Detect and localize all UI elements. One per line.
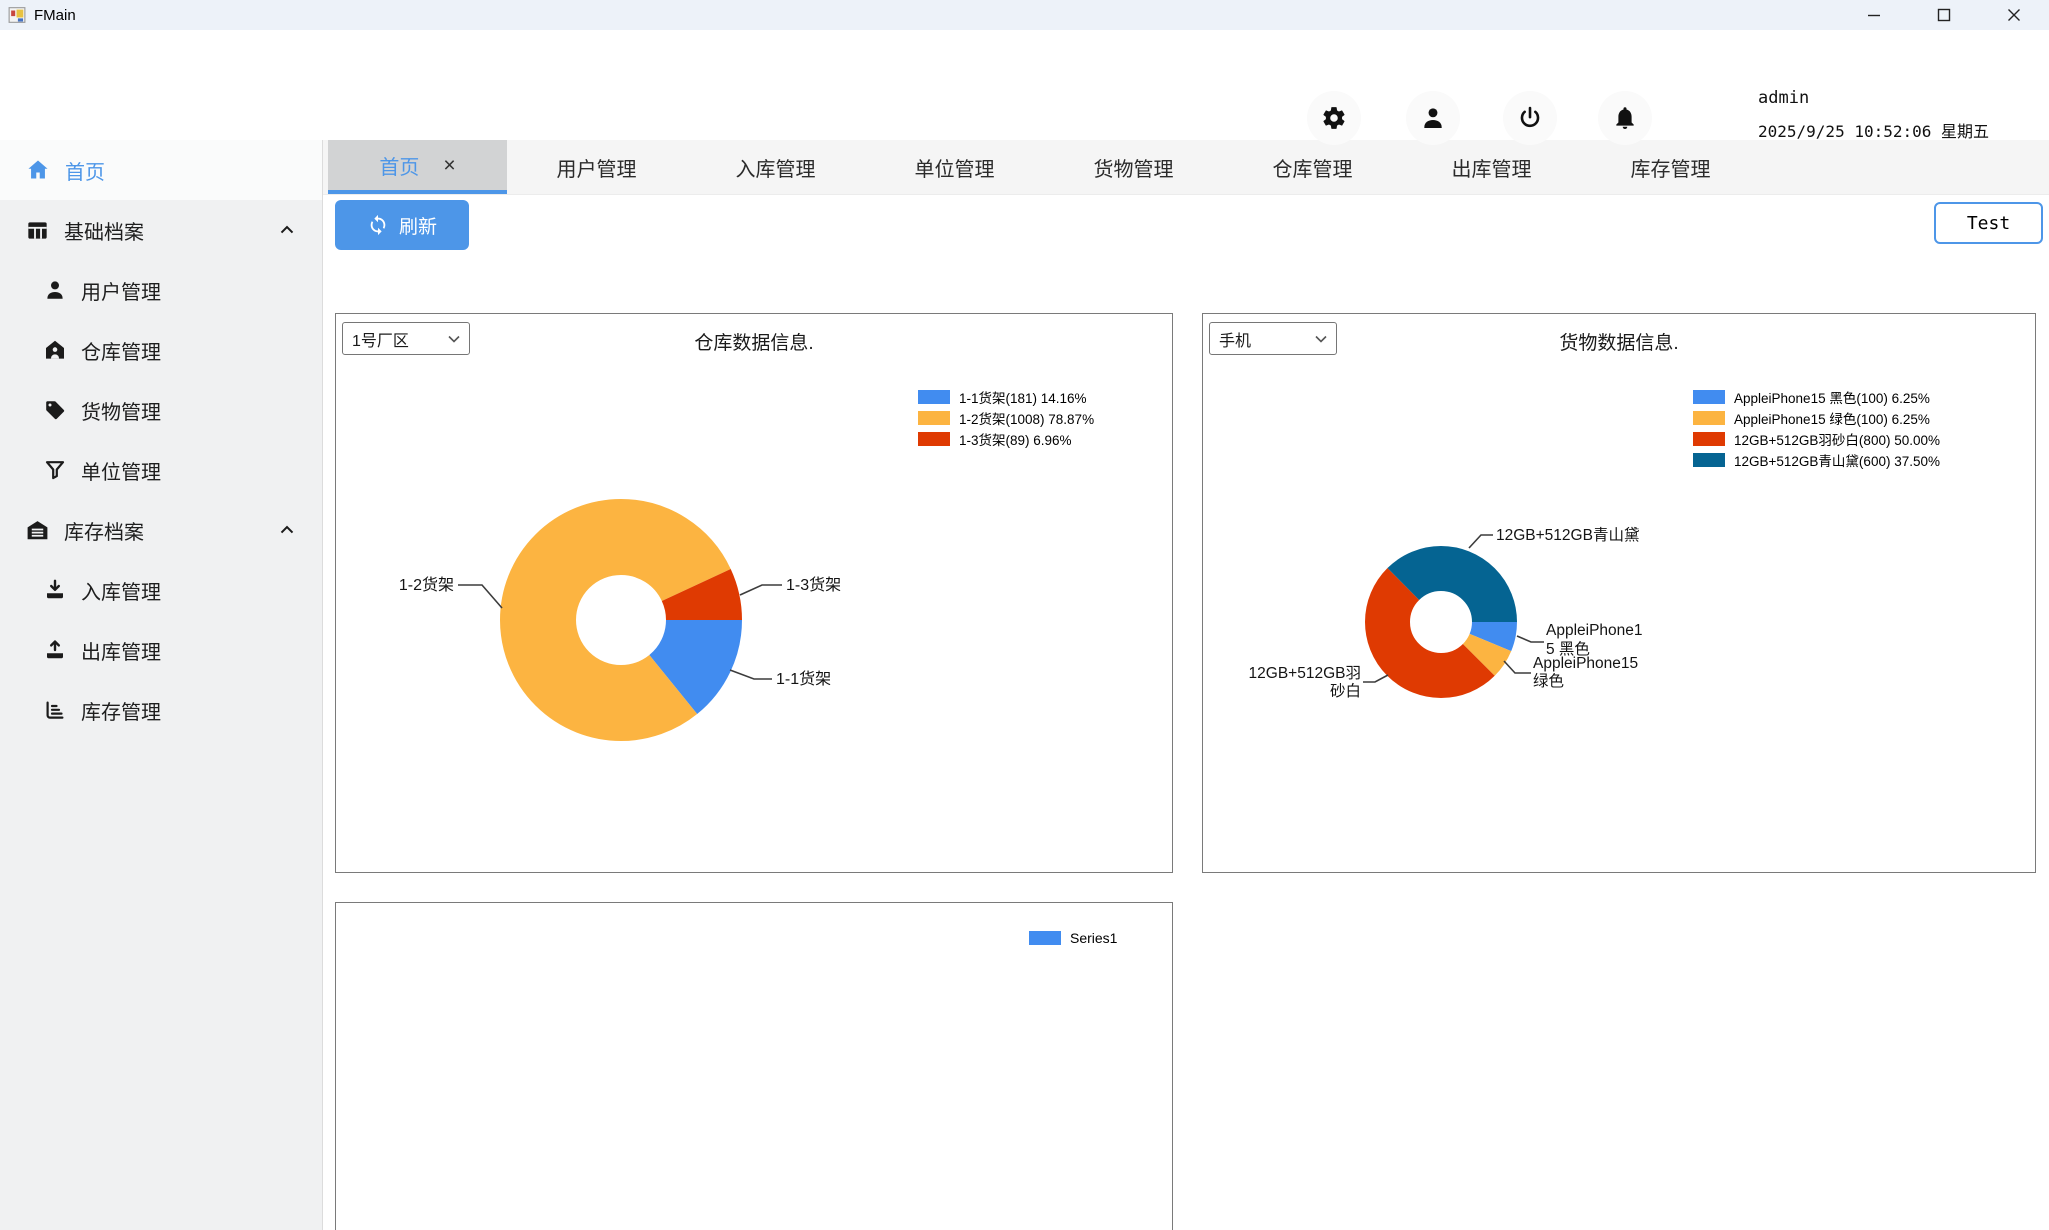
user-info: admin 2025/9/25 10:52:06 星期五	[1758, 88, 1989, 142]
minimize-button[interactable]	[1839, 0, 1909, 30]
bottom-chart-panel: Series1	[335, 902, 1173, 1230]
bell-icon	[1612, 105, 1638, 131]
svg-text:绿色: 绿色	[1533, 672, 1564, 690]
legend-swatch	[1029, 931, 1061, 945]
home-icon	[25, 157, 51, 183]
refresh-icon	[367, 214, 389, 236]
datetime: 2025/9/25 10:52:06 星期五	[1758, 118, 1989, 142]
tag-icon	[43, 398, 67, 422]
chevron-up-icon	[276, 519, 298, 541]
svg-text:1-3货架: 1-3货架	[786, 576, 841, 594]
sidebar-item-unit-mgmt[interactable]: 单位管理	[0, 440, 322, 500]
sidebar-item-label: 仓库管理	[81, 336, 161, 365]
gear-icon	[1321, 105, 1347, 131]
window-title: FMain	[34, 7, 76, 24]
outbound-upload-icon	[43, 638, 67, 662]
sidebar-item-inbound-mgmt[interactable]: 入库管理	[0, 560, 322, 620]
table-icon	[25, 218, 50, 243]
sidebar-group-label: 库存档案	[64, 516, 144, 545]
tab-outbound-mgmt[interactable]: 出库管理	[1402, 140, 1581, 194]
user-button[interactable]	[1406, 91, 1460, 145]
tab-warehouse-mgmt[interactable]: 仓库管理	[1223, 140, 1402, 194]
tab-close-icon[interactable]: ×	[443, 155, 455, 176]
inbound-download-icon	[43, 578, 67, 602]
test-button[interactable]: Test	[1934, 202, 2043, 244]
title-bar: FMain	[0, 0, 2049, 30]
sidebar-item-label: 用户管理	[81, 276, 161, 305]
legend-item: Series1	[1029, 927, 1117, 948]
sidebar-item-label: 首页	[65, 156, 105, 185]
garage-icon	[25, 518, 50, 543]
tab-inbound-mgmt[interactable]: 入库管理	[686, 140, 865, 194]
sidebar-item-label: 入库管理	[81, 576, 161, 605]
tab-bar: 首页 × 用户管理 入库管理 单位管理 货物管理 仓库管理 出库管理 库存管理	[323, 140, 2049, 195]
sidebar-item-label: 出库管理	[81, 636, 161, 665]
sidebar-group-basic-archives[interactable]: 基础档案	[0, 200, 322, 260]
svg-text:AppleiPhone1: AppleiPhone1	[1546, 622, 1643, 639]
stock-chart-icon	[43, 698, 67, 722]
app-icon	[8, 6, 26, 24]
sidebar-item-label: 货物管理	[81, 396, 161, 425]
sidebar-item-home[interactable]: 首页	[0, 140, 322, 200]
svg-text:砂白: 砂白	[1330, 682, 1361, 700]
warehouse-donut-chart: 1-2货架 1-3货架 1-1货架	[336, 314, 1172, 870]
funnel-icon	[43, 458, 67, 482]
main-area: 首页 × 用户管理 入库管理 单位管理 货物管理 仓库管理 出库管理 库存管理 …	[323, 140, 2049, 1230]
tab-home[interactable]: 首页 ×	[328, 140, 507, 194]
maximize-icon	[1937, 8, 1951, 22]
sidebar-item-outbound-mgmt[interactable]: 出库管理	[0, 620, 322, 680]
user-icon	[43, 278, 67, 302]
sidebar-item-label: 单位管理	[81, 456, 161, 485]
svg-text:AppleiPhone15: AppleiPhone15	[1533, 655, 1638, 672]
minimize-icon	[1867, 8, 1881, 22]
maximize-button[interactable]	[1909, 0, 1979, 30]
tab-label: 首页	[379, 151, 419, 180]
chevron-up-icon	[276, 219, 298, 241]
sidebar-item-label: 库存管理	[81, 696, 161, 725]
header-bar: admin 2025/9/25 10:52:06 星期五	[0, 30, 2049, 140]
sidebar: 首页 基础档案 用户管理 仓库管理	[0, 140, 323, 1230]
settings-button[interactable]	[1307, 91, 1361, 145]
sidebar-item-stock-mgmt[interactable]: 库存管理	[0, 680, 322, 740]
user-icon	[1420, 105, 1446, 131]
close-button[interactable]	[1979, 0, 2049, 30]
sidebar-item-goods-mgmt[interactable]: 货物管理	[0, 380, 322, 440]
warehouse-chart-panel: 1号厂区 仓库数据信息. 1-1货架(181) 14.16% 1-2货架(100…	[335, 313, 1173, 873]
svg-text:12GB+512GB羽: 12GB+512GB羽	[1249, 665, 1361, 682]
goods-donut-chart: 12GB+512GB青山黛 AppleiPhone1 5 黑色 AppleiPh…	[1203, 314, 2035, 870]
tab-goods-mgmt[interactable]: 货物管理	[1044, 140, 1223, 194]
tab-page-home: 刷新 Test 1号厂区 仓库数据信息. 1-1货架(181) 14.16% 1…	[323, 195, 2049, 1230]
power-button[interactable]	[1503, 91, 1557, 145]
power-icon	[1517, 105, 1543, 131]
tab-user-mgmt[interactable]: 用户管理	[507, 140, 686, 194]
refresh-label: 刷新	[399, 212, 437, 239]
warehouse-icon	[43, 338, 67, 362]
svg-text:1-1货架: 1-1货架	[776, 670, 831, 688]
svg-text:1-2货架: 1-2货架	[399, 576, 454, 594]
close-icon	[2007, 8, 2021, 22]
svg-text:12GB+512GB青山黛: 12GB+512GB青山黛	[1496, 526, 1639, 544]
goods-chart-panel: 手机 货物数据信息. AppleiPhone15 黑色(100) 6.25% A…	[1202, 313, 2036, 873]
tab-stock-mgmt[interactable]: 库存管理	[1581, 140, 1760, 194]
notifications-button[interactable]	[1598, 91, 1652, 145]
sidebar-item-warehouse-mgmt[interactable]: 仓库管理	[0, 320, 322, 380]
sidebar-group-inventory-archives[interactable]: 库存档案	[0, 500, 322, 560]
window-controls	[1839, 0, 2049, 30]
sidebar-item-user-mgmt[interactable]: 用户管理	[0, 260, 322, 320]
refresh-button[interactable]: 刷新	[335, 200, 469, 250]
username: admin	[1758, 88, 1989, 108]
tab-unit-mgmt[interactable]: 单位管理	[865, 140, 1044, 194]
sidebar-group-label: 基础档案	[64, 216, 144, 245]
chart-legend: Series1	[1029, 927, 1117, 948]
